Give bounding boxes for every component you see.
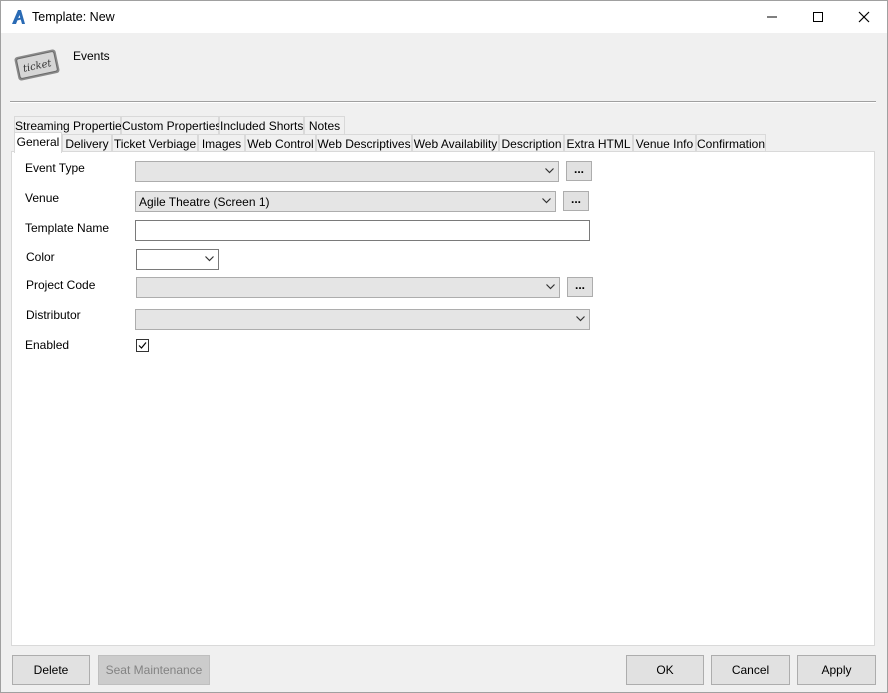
delete-button[interactable]: Delete — [12, 655, 90, 685]
template-name-field[interactable] — [135, 220, 590, 241]
tab-web-control[interactable]: Web Control — [245, 134, 316, 152]
header-separator — [10, 101, 876, 103]
tab-delivery[interactable]: Delivery — [62, 134, 112, 152]
color-label: Color — [26, 250, 55, 264]
checkmark-icon — [138, 342, 147, 349]
header-label: Events — [73, 49, 110, 63]
tab-confirmation[interactable]: Confirmation — [696, 134, 766, 152]
venue-label: Venue — [25, 191, 60, 205]
maximize-button[interactable] — [795, 1, 841, 33]
tab-notes[interactable]: Notes — [304, 116, 345, 134]
dialog-window: Template: New ticket Events Streaming Pr… — [0, 0, 888, 693]
tab-general[interactable]: General — [14, 132, 62, 153]
project-code-more-button[interactable]: ... — [567, 277, 593, 297]
project-code-select[interactable] — [136, 277, 560, 298]
tab-custom-properties[interactable]: Custom Properties — [121, 116, 221, 134]
cancel-button[interactable]: Cancel — [711, 655, 790, 685]
project-code-label: Project Code — [26, 278, 96, 292]
enabled-label: Enabled — [25, 338, 70, 352]
seat-maintenance-button[interactable]: Seat Maintenance — [98, 655, 210, 685]
tab-included-shorts[interactable]: Included Shorts — [219, 116, 304, 134]
ticket-icon: ticket — [14, 49, 60, 81]
window-title: Template: New — [32, 10, 115, 24]
chevron-down-icon — [545, 168, 554, 174]
tab-venue-info[interactable]: Venue Info — [633, 134, 696, 152]
chevron-down-icon — [542, 198, 551, 204]
title-bar: Template: New — [1, 1, 887, 33]
distributor-select[interactable] — [135, 309, 590, 330]
venue-more-button[interactable]: ... — [563, 191, 589, 211]
maximize-icon — [813, 12, 823, 22]
tab-description[interactable]: Description — [499, 134, 564, 152]
tab-ticket-verbiage[interactable]: Ticket Verbiage — [112, 134, 198, 152]
venue-select[interactable]: Agile Theatre (Screen 1) — [135, 191, 556, 212]
venue-value: Agile Theatre (Screen 1) — [139, 195, 270, 209]
event-type-select[interactable] — [135, 161, 559, 182]
minimize-icon — [767, 16, 777, 18]
template-name-label: Template Name — [25, 221, 110, 235]
app-logo-icon — [12, 10, 25, 24]
chevron-down-icon — [546, 284, 555, 290]
enabled-checkbox[interactable] — [136, 339, 149, 352]
minimize-button[interactable] — [749, 1, 795, 33]
chevron-down-icon — [576, 316, 585, 322]
chevron-down-icon — [205, 256, 214, 262]
event-type-more-button[interactable]: ... — [566, 161, 592, 181]
tab-web-availability[interactable]: Web Availability — [412, 134, 499, 152]
close-button[interactable] — [841, 1, 887, 33]
distributor-label: Distributor — [26, 308, 81, 322]
ok-button[interactable]: OK — [626, 655, 704, 685]
event-type-label: Event Type — [25, 161, 85, 175]
tab-extra-html[interactable]: Extra HTML — [564, 134, 633, 152]
tab-web-descriptives[interactable]: Web Descriptives — [316, 134, 412, 152]
close-icon — [858, 11, 870, 23]
tab-images[interactable]: Images — [198, 134, 245, 152]
color-select[interactable] — [136, 249, 219, 270]
apply-button[interactable]: Apply — [797, 655, 876, 685]
